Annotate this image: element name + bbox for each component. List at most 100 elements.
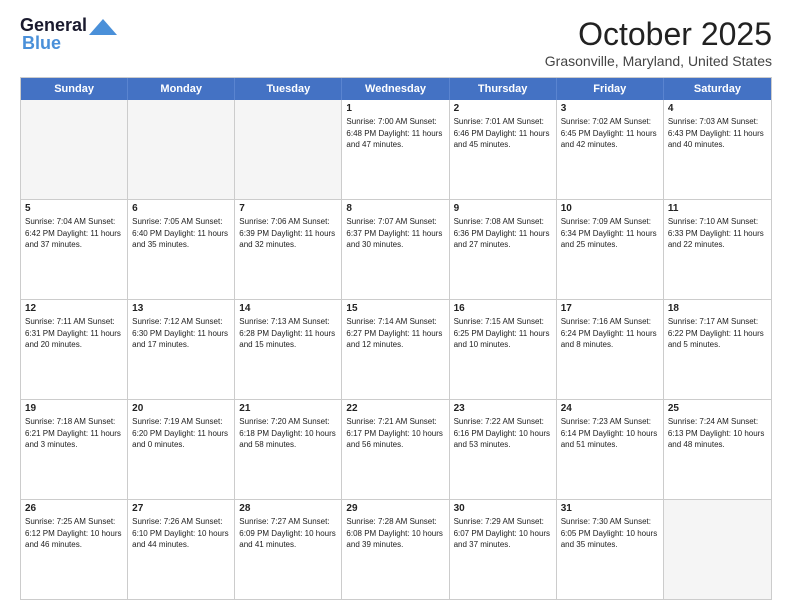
day-number: 29 — [346, 503, 444, 514]
day-header-saturday: Saturday — [664, 78, 771, 100]
day-header-monday: Monday — [128, 78, 235, 100]
day-number: 22 — [346, 403, 444, 414]
day-number: 16 — [454, 303, 552, 314]
day-cell-15: 15Sunrise: 7:14 AM Sunset: 6:27 PM Dayli… — [342, 300, 449, 399]
day-number: 14 — [239, 303, 337, 314]
day-cell-31: 31Sunrise: 7:30 AM Sunset: 6:05 PM Dayli… — [557, 500, 664, 599]
day-number: 12 — [25, 303, 123, 314]
day-info: Sunrise: 7:01 AM Sunset: 6:46 PM Dayligh… — [454, 116, 552, 151]
day-cell-3: 3 Sunrise: 7:02 AM Sunset: 6:45 PM Daylig… — [557, 100, 664, 199]
day-number: 31 — [561, 503, 659, 514]
day-cell-empty — [664, 500, 771, 599]
day-info: Sunrise: 7:22 AM Sunset: 6:16 PM Dayligh… — [454, 416, 552, 451]
day-number: 30 — [454, 503, 552, 514]
day-number: 5 — [25, 203, 123, 214]
day-info: Sunrise: 7:14 AM Sunset: 6:27 PM Dayligh… — [346, 316, 444, 351]
day-cell-16: 16 Sunrise: 7:15 AM Sunset: 6:25 PM Dayli… — [450, 300, 557, 399]
day-cell-6: 6 Sunrise: 7:05 AM Sunset: 6:40 PM Daylig… — [128, 200, 235, 299]
day-header-tuesday: Tuesday — [235, 78, 342, 100]
day-number: 18 — [668, 303, 767, 314]
day-info: Sunrise: 7:18 AM Sunset: 6:21 PM Dayligh… — [25, 416, 123, 451]
day-number: 1 — [346, 103, 444, 114]
day-info: Sunrise: 7:02 AM Sunset: 6:45 PM Dayligh… — [561, 116, 659, 151]
day-cell-19: 19 Sunrise: 7:18 AM Sunset: 6:21 PM Dayli… — [21, 400, 128, 499]
day-info: Sunrise: 7:11 AM Sunset: 6:31 PM Dayligh… — [25, 316, 123, 351]
day-cell-9: 9 Sunrise: 7:08 AM Sunset: 6:36 PM Daylig… — [450, 200, 557, 299]
day-header-wednesday: Wednesday — [342, 78, 449, 100]
day-number: 4 — [668, 103, 767, 114]
day-info: Sunrise: 7:10 AM Sunset: 6:33 PM Dayligh… — [668, 216, 767, 251]
day-number: 28 — [239, 503, 337, 514]
day-info: Sunrise: 7:06 AM Sunset: 6:39 PM Dayligh… — [239, 216, 337, 251]
day-headers: SundayMondayTuesdayWednesdayThursdayFrid… — [21, 78, 771, 100]
day-cell-13: 13 Sunrise: 7:12 AM Sunset: 6:30 PM Dayli… — [128, 300, 235, 399]
day-number: 6 — [132, 203, 230, 214]
month-title: October 2025 — [545, 16, 772, 53]
day-cell-27: 27 Sunrise: 7:26 AM Sunset: 6:10 PM Dayli… — [128, 500, 235, 599]
day-number: 3 — [561, 103, 659, 114]
day-number: 20 — [132, 403, 230, 414]
week-row-1: 1Sunrise: 7:00 AM Sunset: 6:48 PM Daylig… — [21, 100, 771, 199]
logo: General Blue — [20, 16, 117, 54]
day-cell-2: 2 Sunrise: 7:01 AM Sunset: 6:46 PM Daylig… — [450, 100, 557, 199]
day-cell-23: 23 Sunrise: 7:22 AM Sunset: 6:16 PM Dayli… — [450, 400, 557, 499]
day-number: 7 — [239, 203, 337, 214]
day-info: Sunrise: 7:24 AM Sunset: 6:13 PM Dayligh… — [668, 416, 767, 451]
day-cell-20: 20 Sunrise: 7:19 AM Sunset: 6:20 PM Dayli… — [128, 400, 235, 499]
day-number: 19 — [25, 403, 123, 414]
day-cell-17: 17Sunrise: 7:16 AM Sunset: 6:24 PM Dayli… — [557, 300, 664, 399]
day-number: 8 — [346, 203, 444, 214]
day-cell-30: 30 Sunrise: 7:29 AM Sunset: 6:07 PM Dayli… — [450, 500, 557, 599]
day-info: Sunrise: 7:29 AM Sunset: 6:07 PM Dayligh… — [454, 516, 552, 551]
day-number: 23 — [454, 403, 552, 414]
day-cell-11: 11 Sunrise: 7:10 AM Sunset: 6:33 PM Dayli… — [664, 200, 771, 299]
day-info: Sunrise: 7:08 AM Sunset: 6:36 PM Dayligh… — [454, 216, 552, 251]
day-header-thursday: Thursday — [450, 78, 557, 100]
day-header-sunday: Sunday — [21, 78, 128, 100]
day-cell-22: 22 Sunrise: 7:21 AM Sunset: 6:17 PM Dayli… — [342, 400, 449, 499]
location: Grasonville, Maryland, United States — [545, 53, 772, 69]
day-info: Sunrise: 7:04 AM Sunset: 6:42 PM Dayligh… — [25, 216, 123, 251]
page: General Blue October 2025 Grasonville, M… — [0, 0, 792, 612]
day-number: 2 — [454, 103, 552, 114]
day-info: Sunrise: 7:05 AM Sunset: 6:40 PM Dayligh… — [132, 216, 230, 251]
week-row-4: 19 Sunrise: 7:18 AM Sunset: 6:21 PM Dayli… — [21, 399, 771, 499]
day-cell-1: 1Sunrise: 7:00 AM Sunset: 6:48 PM Daylig… — [342, 100, 449, 199]
day-info: Sunrise: 7:03 AM Sunset: 6:43 PM Dayligh… — [668, 116, 767, 151]
day-number: 9 — [454, 203, 552, 214]
day-cell-8: 8 Sunrise: 7:07 AM Sunset: 6:37 PM Daylig… — [342, 200, 449, 299]
day-cell-empty — [21, 100, 128, 199]
week-row-3: 12 Sunrise: 7:11 AM Sunset: 6:31 PM Dayli… — [21, 299, 771, 399]
day-number: 24 — [561, 403, 659, 414]
day-info: Sunrise: 7:21 AM Sunset: 6:17 PM Dayligh… — [346, 416, 444, 451]
day-info: Sunrise: 7:15 AM Sunset: 6:25 PM Dayligh… — [454, 316, 552, 351]
day-cell-5: 5 Sunrise: 7:04 AM Sunset: 6:42 PM Daylig… — [21, 200, 128, 299]
day-cell-26: 26Sunrise: 7:25 AM Sunset: 6:12 PM Dayli… — [21, 500, 128, 599]
day-info: Sunrise: 7:20 AM Sunset: 6:18 PM Dayligh… — [239, 416, 337, 451]
weeks: 1Sunrise: 7:00 AM Sunset: 6:48 PM Daylig… — [21, 100, 771, 599]
day-number: 27 — [132, 503, 230, 514]
day-number: 26 — [25, 503, 123, 514]
day-cell-25: 25Sunrise: 7:24 AM Sunset: 6:13 PM Dayli… — [664, 400, 771, 499]
day-cell-empty — [235, 100, 342, 199]
day-info: Sunrise: 7:26 AM Sunset: 6:10 PM Dayligh… — [132, 516, 230, 551]
day-info: Sunrise: 7:17 AM Sunset: 6:22 PM Dayligh… — [668, 316, 767, 351]
day-number: 21 — [239, 403, 337, 414]
day-number: 17 — [561, 303, 659, 314]
week-row-2: 5 Sunrise: 7:04 AM Sunset: 6:42 PM Daylig… — [21, 199, 771, 299]
day-number: 10 — [561, 203, 659, 214]
day-info: Sunrise: 7:12 AM Sunset: 6:30 PM Dayligh… — [132, 316, 230, 351]
logo-blue-text: Blue — [22, 34, 61, 54]
day-cell-10: 10Sunrise: 7:09 AM Sunset: 6:34 PM Dayli… — [557, 200, 664, 299]
day-header-friday: Friday — [557, 78, 664, 100]
day-info: Sunrise: 7:07 AM Sunset: 6:37 PM Dayligh… — [346, 216, 444, 251]
day-number: 13 — [132, 303, 230, 314]
day-cell-12: 12 Sunrise: 7:11 AM Sunset: 6:31 PM Dayli… — [21, 300, 128, 399]
day-cell-4: 4 Sunrise: 7:03 AM Sunset: 6:43 PM Daylig… — [664, 100, 771, 199]
day-info: Sunrise: 7:19 AM Sunset: 6:20 PM Dayligh… — [132, 416, 230, 451]
day-info: Sunrise: 7:13 AM Sunset: 6:28 PM Dayligh… — [239, 316, 337, 351]
day-cell-24: 24Sunrise: 7:23 AM Sunset: 6:14 PM Dayli… — [557, 400, 664, 499]
day-info: Sunrise: 7:27 AM Sunset: 6:09 PM Dayligh… — [239, 516, 337, 551]
day-info: Sunrise: 7:28 AM Sunset: 6:08 PM Dayligh… — [346, 516, 444, 551]
day-number: 11 — [668, 203, 767, 214]
